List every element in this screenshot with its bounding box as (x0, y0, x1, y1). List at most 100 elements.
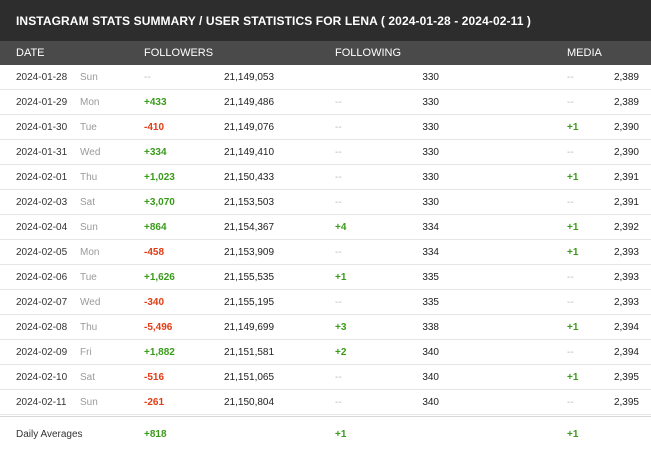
table-row: 2024-02-01 Thu +1,023 21,150,433 -- 330 +1 2,39… (0, 165, 651, 190)
averages-label: Daily Averages (16, 429, 83, 440)
row-media: 2,390 (613, 122, 639, 133)
averages-media: +1 (567, 429, 579, 440)
row-weekday: Thu (80, 172, 98, 183)
table-row: 2024-02-03 Sat +3,070 21,153,503 -- 330 -- 2,39… (0, 190, 651, 215)
row-following: 335 (422, 272, 439, 283)
row-media-change: -- (567, 347, 574, 358)
averages-followers: +818 (144, 429, 167, 440)
row-following: 330 (422, 172, 439, 183)
row-media: 2,391 (613, 197, 639, 208)
row-weekday: Tue (80, 272, 97, 283)
table-row: 2024-02-09 Fri +1,882 21,151,581 +2 340 -- 2,39… (0, 340, 651, 365)
stats-panel: INSTAGRAM STATS SUMMARY / USER STATISTIC… (0, 0, 651, 456)
row-following: 340 (422, 372, 439, 383)
row-following: 330 (422, 197, 439, 208)
table-row: 2024-02-08 Thu -5,496 21,149,699 +3 338 +1 2,39… (0, 315, 651, 340)
row-followers: 21,153,503 (224, 197, 275, 208)
row-followers-change: -410 (144, 122, 165, 133)
row-following: 340 (422, 397, 439, 408)
row-following-change: +1 (335, 272, 347, 283)
row-date: 2024-02-04 (16, 222, 68, 233)
row-following-change: -- (335, 147, 342, 158)
row-following: 330 (422, 122, 439, 133)
row-following: 330 (422, 147, 439, 158)
table-body: 2024-01-28 Sun -- 21,149,053 330 -- 2,389 2024-… (0, 65, 651, 415)
row-followers-change: +1,626 (144, 272, 175, 283)
row-following: 338 (422, 322, 439, 333)
row-following-change: -- (335, 397, 342, 408)
row-following-change: +2 (335, 347, 347, 358)
row-following-change: +4 (335, 222, 347, 233)
row-media: 2,389 (613, 97, 639, 108)
row-date: 2024-02-10 (16, 372, 68, 383)
header-date: DATE (16, 47, 45, 59)
row-media-change: -- (567, 72, 574, 83)
row-weekday: Fri (80, 347, 92, 358)
header-media: MEDIA (567, 47, 602, 59)
row-date: 2024-02-09 (16, 347, 68, 358)
row-date: 2024-02-11 (16, 397, 67, 408)
row-followers-change: -- (144, 72, 151, 83)
row-following-change: -- (335, 297, 342, 308)
averages-following: +1 (335, 429, 347, 440)
row-followers-change: -261 (144, 397, 165, 408)
row-media: 2,390 (613, 147, 639, 158)
row-media: 2,394 (613, 347, 639, 358)
table-row: 2024-02-07 Wed -340 21,155,195 -- 335 -- 2,393 (0, 290, 651, 315)
table-row: 2024-02-11 Sun -261 21,150,804 -- 340 -- 2,395 (0, 390, 651, 415)
table-row: 2024-01-29 Mon +433 21,149,486 -- 330 -- 2,389 (0, 90, 651, 115)
row-following-change: +3 (335, 322, 347, 333)
row-date: 2024-02-03 (16, 197, 68, 208)
row-followers-change: -458 (144, 247, 165, 258)
row-media: 2,393 (613, 247, 639, 258)
row-weekday: Sun (80, 222, 98, 233)
row-followers: 21,154,367 (224, 222, 275, 233)
row-followers: 21,151,065 (224, 372, 275, 383)
row-weekday: Wed (80, 297, 101, 308)
table-row: 2024-01-31 Wed +334 21,149,410 -- 330 -- 2,390 (0, 140, 651, 165)
row-followers: 21,150,804 (224, 397, 275, 408)
row-following: 334 (422, 247, 439, 258)
row-date: 2024-01-30 (16, 122, 68, 133)
row-weekday: Sat (80, 372, 96, 383)
row-weekday: Mon (80, 97, 100, 108)
row-following: 330 (422, 72, 439, 83)
row-followers: 21,150,433 (224, 172, 275, 183)
table-row: 2024-02-05 Mon -458 21,153,909 -- 334 +1 2,393 (0, 240, 651, 265)
row-date: 2024-02-06 (16, 272, 68, 283)
row-followers-change: +334 (144, 147, 167, 158)
row-followers: 21,149,076 (224, 122, 275, 133)
row-media-change: +1 (567, 322, 579, 333)
row-following-change: -- (335, 172, 342, 183)
row-weekday: Sun (80, 72, 98, 83)
row-media-change: -- (567, 297, 574, 308)
row-following: 340 (422, 347, 439, 358)
header-following: FOLLOWING (335, 47, 402, 59)
row-following-change: -- (335, 122, 342, 133)
table-header: DATE FOLLOWERS FOLLOWING MEDIA (0, 41, 651, 65)
table-row: 2024-01-28 Sun -- 21,149,053 330 -- 2,389 (0, 65, 651, 90)
row-media: 2,393 (613, 272, 639, 283)
row-weekday: Tue (80, 122, 97, 133)
row-followers-change: +1,882 (144, 347, 175, 358)
row-followers-change: +1,023 (144, 172, 175, 183)
table-row: 2024-02-04 Sun +864 21,154,367 +4 334 +1 2,392 (0, 215, 651, 240)
table-row: 2024-02-06 Tue +1,626 21,155,535 +1 335 -- 2,39… (0, 265, 651, 290)
row-date: 2024-02-07 (16, 297, 68, 308)
header-followers: FOLLOWERS (144, 47, 214, 59)
row-weekday: Sat (80, 197, 96, 208)
row-media: 2,393 (613, 297, 639, 308)
row-following-change: -- (335, 247, 342, 258)
row-weekday: Thu (80, 322, 98, 333)
daily-averages-row: Daily Averages +818 +1 +1 (0, 416, 651, 449)
row-media-change: +1 (567, 122, 579, 133)
row-followers-change: -5,496 (144, 322, 173, 333)
row-media-change: -- (567, 197, 574, 208)
row-followers-change: -340 (144, 297, 165, 308)
row-media: 2,392 (613, 222, 639, 233)
row-media: 2,395 (613, 372, 639, 383)
row-media: 2,389 (613, 72, 639, 83)
row-media-change: -- (567, 97, 574, 108)
row-date: 2024-02-01 (16, 172, 68, 183)
row-followers: 21,149,053 (224, 72, 275, 83)
